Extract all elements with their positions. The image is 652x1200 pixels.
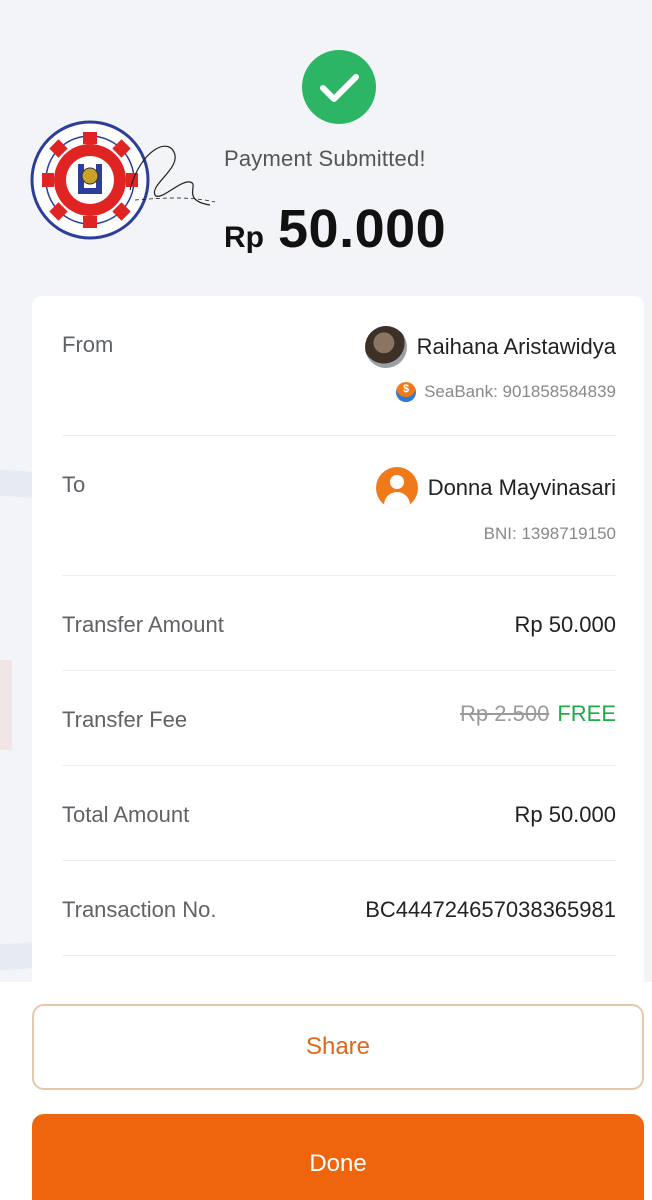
transfer-amount-value: Rp 50.000 bbox=[514, 612, 616, 637]
sender-name: Raihana Aristawidya bbox=[416, 334, 616, 359]
transfer-amount-row: Transfer Amount Rp 50.000 bbox=[62, 576, 616, 671]
transaction-no-label: Transaction No. bbox=[62, 897, 217, 922]
to-row: To Donna Mayvinasari BNI: 1398719150 bbox=[62, 436, 616, 576]
sender-account: SeaBank: 901858584839 bbox=[396, 382, 616, 402]
recipient-account: BNI: 1398719150 bbox=[484, 524, 616, 544]
payment-amount: Rp 50.000 bbox=[224, 198, 446, 260]
recipient-name: Donna Mayvinasari bbox=[427, 475, 616, 500]
user-avatar-icon bbox=[375, 467, 418, 509]
check-circle-icon bbox=[302, 50, 376, 124]
bottom-action-bar: Share Done bbox=[0, 982, 652, 1200]
payment-status-text: Payment Submitted! bbox=[224, 146, 426, 171]
seabank-icon bbox=[396, 382, 417, 402]
transaction-no-value[interactable]: BC444724657038365981 bbox=[365, 897, 616, 923]
from-row: From Raihana Aristawidya SeaBank: 901858… bbox=[62, 296, 616, 436]
transfer-fee-label: Transfer Fee bbox=[62, 707, 188, 732]
transaction-no-row: Transaction No. BC444724657038365981 bbox=[62, 861, 616, 956]
sender: Raihana Aristawidya bbox=[364, 326, 616, 368]
sender-avatar bbox=[364, 326, 407, 368]
transfer-receipt-screen: Payment Submitted! Rp 50.000 From Raihan… bbox=[0, 0, 652, 1200]
from-label: From bbox=[62, 332, 114, 357]
recipient: Donna Mayvinasari bbox=[375, 467, 616, 509]
watermark-block bbox=[0, 660, 12, 750]
amount-currency: Rp bbox=[224, 221, 264, 254]
total-amount-label: Total Amount bbox=[62, 802, 190, 827]
transaction-details-card: From Raihana Aristawidya SeaBank: 901858… bbox=[32, 296, 644, 996]
total-amount-value: Rp 50.000 bbox=[514, 802, 616, 827]
recipient-account-text: BNI: 1398719150 bbox=[483, 524, 616, 543]
share-button[interactable]: Share bbox=[32, 1004, 644, 1090]
transfer-amount-label: Transfer Amount bbox=[62, 612, 224, 637]
transfer-fee-value: Rp 2.500 FREE bbox=[460, 701, 616, 727]
free-badge: FREE bbox=[557, 701, 616, 726]
done-button[interactable]: Done bbox=[32, 1114, 644, 1200]
total-amount-row: Total Amount Rp 50.000 bbox=[62, 766, 616, 861]
to-label: To bbox=[62, 472, 86, 497]
amount-value: 50.000 bbox=[278, 199, 447, 259]
original-fee: Rp 2.500 bbox=[460, 701, 550, 726]
transfer-fee-row: Transfer Fee Rp 2.500 FREE bbox=[62, 671, 616, 766]
sender-account-text: SeaBank: 901858584839 bbox=[424, 382, 616, 401]
signature-scribble bbox=[129, 145, 216, 206]
